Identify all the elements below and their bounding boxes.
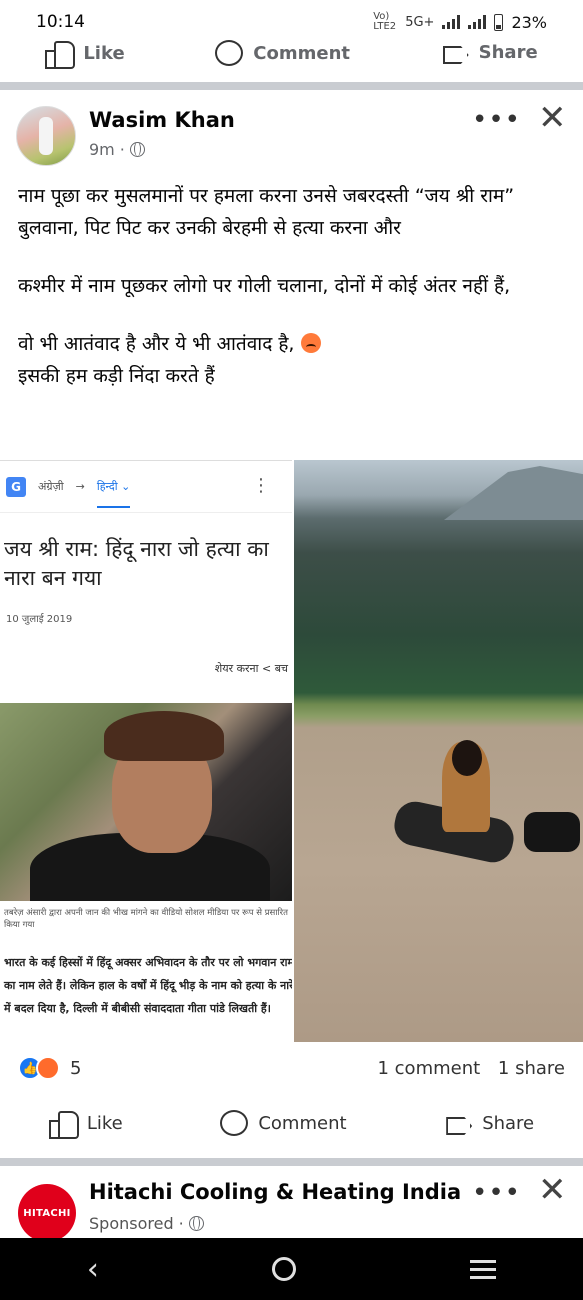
- post-text-line: इसकी हम कड़ी निंदा करते हैं: [18, 365, 215, 387]
- more-dots-icon[interactable]: •••: [472, 105, 521, 135]
- status-icons: Vo) LTE2 5G+ 23%: [373, 12, 547, 32]
- post-time: 9m: [89, 140, 115, 159]
- like-icon: [48, 1110, 79, 1139]
- kebab-menu-icon: ⋮: [252, 475, 270, 496]
- translate-to: हिन्दी ⌄: [96, 479, 131, 508]
- previous-comment-label: Comment: [253, 42, 351, 64]
- article-photo: [0, 703, 292, 901]
- post-action-bar: Like Comment Share: [0, 1100, 583, 1146]
- article-date: 10 जुलाई 2019: [6, 614, 73, 625]
- article-share: शेयर करना < बच: [214, 662, 288, 675]
- home-circle-icon[interactable]: [272, 1257, 297, 1281]
- article-headline: जय श्री राम: हिंदू नारा जो हत्या का नारा…: [4, 537, 269, 590]
- post-text-line: वो भी आतंवाद है और ये भी आतंवाद है,: [18, 328, 568, 360]
- post-text-line: कश्मीर में नाम पूछकर लोगो पर गोली चलाना,…: [18, 275, 511, 297]
- feed-separator: [0, 82, 583, 90]
- previous-like-label: Like: [83, 42, 125, 64]
- globe-icon: [129, 142, 145, 157]
- angry-reaction-icon: [36, 1056, 60, 1080]
- article-caption: तबरेज़ अंसारी द्वारा अपनी जान की भीख मां…: [4, 908, 288, 930]
- angry-emoji-icon: [300, 333, 321, 353]
- volte-indicator: Vo) LTE2: [373, 11, 397, 32]
- like-label: Like: [86, 1112, 123, 1134]
- google-translate-icon: G: [6, 476, 26, 497]
- close-icon[interactable]: ✕: [538, 1170, 567, 1210]
- engagement-stats: 1 comment 1 share: [377, 1058, 565, 1079]
- previous-post-actions: Like Comment Share: [0, 38, 583, 78]
- share-count[interactable]: 1 share: [498, 1058, 565, 1079]
- more-dots-icon[interactable]: •••: [472, 1178, 521, 1208]
- avatar[interactable]: [16, 106, 76, 166]
- share-button[interactable]: Share: [444, 1111, 534, 1135]
- previous-like-button[interactable]: Like: [45, 40, 125, 69]
- status-time: 10:14: [36, 12, 85, 32]
- previous-comment-button[interactable]: Comment: [215, 40, 350, 66]
- signal-icon-2: [468, 15, 487, 29]
- back-chevron-icon[interactable]: ‹: [87, 1252, 99, 1287]
- translate-bar: G अंग्रेज़ी → हिन्दी ⌄ ⋮: [0, 461, 292, 513]
- close-icon[interactable]: ✕: [538, 98, 567, 138]
- network-type: 5G+: [405, 14, 435, 30]
- advertiser-logo[interactable]: HITACHI: [18, 1184, 76, 1242]
- translate-arrow: →: [75, 480, 85, 493]
- previous-share-label: Share: [478, 41, 538, 63]
- recents-menu-icon[interactable]: [470, 1259, 497, 1279]
- reaction-icons[interactable]: 👍: [18, 1056, 60, 1080]
- battery-percent: 23%: [511, 12, 547, 32]
- globe-icon: [188, 1216, 204, 1231]
- reaction-count[interactable]: 5: [70, 1058, 81, 1079]
- sponsored-meta: Sponsored ·: [89, 1214, 204, 1233]
- comment-button[interactable]: Comment: [220, 1110, 347, 1136]
- like-button[interactable]: Like: [48, 1110, 123, 1139]
- share-nodes-icon: <: [262, 662, 272, 675]
- post-author[interactable]: Wasim Khan: [89, 108, 235, 132]
- post-text: नाम पूछा कर मुसलमानों पर हमला करना उनसे …: [18, 180, 568, 392]
- share-icon: [444, 1111, 472, 1135]
- translate-from: अंग्रेज़ी: [38, 480, 64, 493]
- advertiser-name[interactable]: Hitachi Cooling & Heating India: [89, 1180, 461, 1204]
- post-image-article[interactable]: G अंग्रेज़ी → हिन्दी ⌄ ⋮ जय श्री राम: हि…: [0, 460, 292, 1042]
- share-label: Share: [482, 1112, 535, 1134]
- post-header: Wasim Khan 9m · ••• ✕: [0, 90, 583, 170]
- comment-icon: [220, 1110, 249, 1136]
- reactions-row: 👍 5 1 comment 1 share: [0, 1050, 583, 1086]
- previous-share-button[interactable]: Share: [441, 40, 538, 64]
- comment-count[interactable]: 1 comment: [377, 1058, 480, 1079]
- article-body: भारत के कई हिस्सों में हिंदू अक्सर अभिवा…: [4, 956, 292, 1015]
- post-meta: 9m ·: [89, 140, 145, 159]
- sponsored-post-header: HITACHI Hitachi Cooling & Heating India …: [0, 1170, 583, 1242]
- sponsored-label: Sponsored: [89, 1214, 174, 1233]
- signal-icon: [442, 15, 461, 29]
- system-nav-bar: ‹: [0, 1238, 583, 1300]
- like-icon: [45, 40, 76, 69]
- comment-label: Comment: [258, 1112, 347, 1134]
- battery-icon: [494, 13, 504, 31]
- share-icon: [441, 40, 469, 64]
- comment-icon: [215, 40, 244, 66]
- post-image-photo[interactable]: [294, 460, 583, 1042]
- post-text-line: नाम पूछा कर मुसलमानों पर हमला करना उनसे …: [18, 185, 515, 239]
- feed-separator: [0, 1158, 583, 1166]
